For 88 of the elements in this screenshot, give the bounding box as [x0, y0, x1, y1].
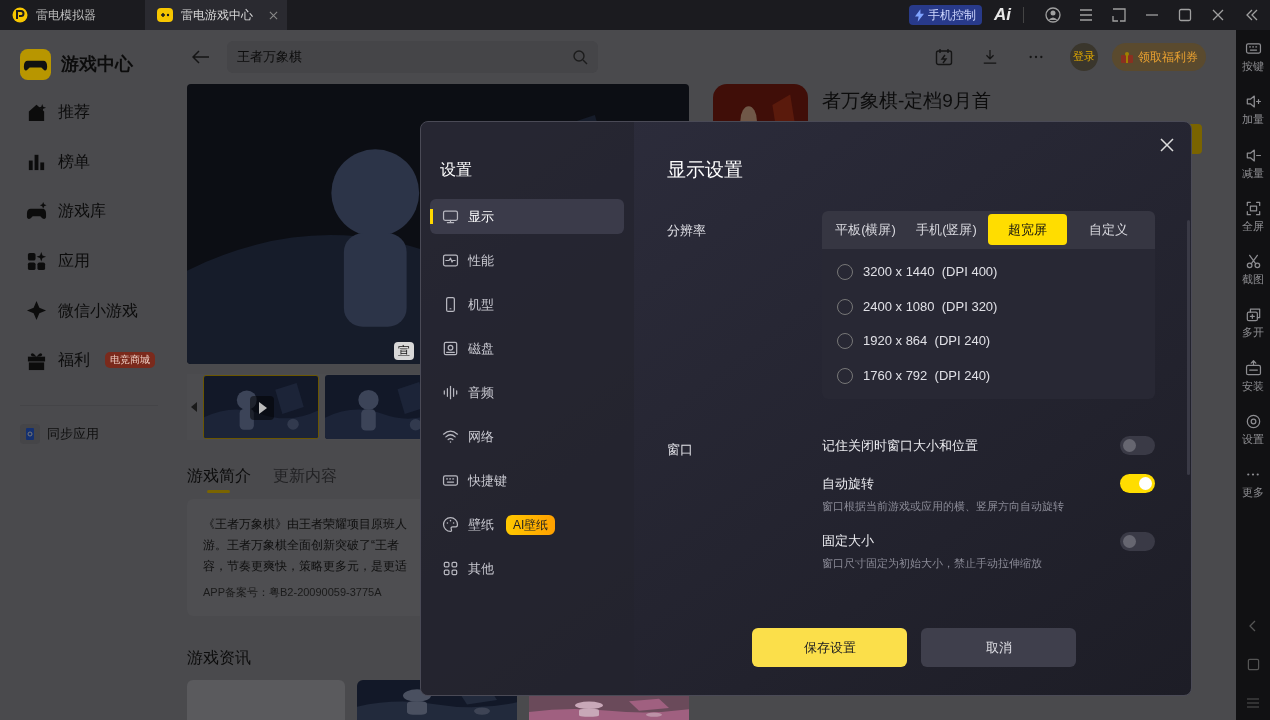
monitor-icon — [442, 208, 459, 225]
promo-badge: 电竞商城 — [105, 352, 155, 369]
toolbar-button[interactable]: 设置 — [1242, 413, 1264, 467]
cancel-button[interactable]: 取消 — [921, 628, 1076, 667]
coupon-button[interactable]: 领取福利券 — [1112, 42, 1206, 71]
settings-nav-item[interactable]: 显示 — [430, 199, 624, 234]
gift-icon — [1120, 49, 1134, 64]
toolbar-button[interactable]: 全屏 — [1242, 199, 1264, 254]
left-arrow-icon[interactable] — [191, 402, 197, 412]
multi-window-icon — [1244, 306, 1262, 324]
settings-nav-item[interactable]: 性能 — [430, 243, 624, 278]
settings-nav-item[interactable]: 快捷键 — [430, 463, 624, 498]
app-logo-icon — [12, 7, 28, 23]
home-icon[interactable] — [1246, 658, 1260, 671]
video-tag: 宣 — [394, 342, 414, 360]
apps-icon — [26, 250, 47, 272]
user-icon[interactable] — [1044, 7, 1061, 23]
resolution-option[interactable]: 1920 x 864 (DPI 240) — [863, 331, 991, 351]
play-icon[interactable] — [250, 396, 274, 420]
settings-icon — [1244, 413, 1262, 431]
maximize-icon[interactable] — [1176, 7, 1193, 23]
toggle-description: 窗口尺寸固定为初始大小，禁止手动拉伸缩放 — [822, 556, 1042, 571]
collapse-icon[interactable] — [1244, 7, 1260, 23]
resolution-tab[interactable]: 手机(竖屏) — [907, 214, 986, 245]
field-label: 窗口 — [667, 441, 693, 457]
keyboard-icon — [1244, 40, 1262, 57]
description-line: 《王者万象棋》由王者荣耀项目原班人 — [203, 516, 407, 533]
sound-wave-icon — [442, 384, 459, 401]
toolbar-button[interactable]: 加量 — [1242, 93, 1264, 147]
resolution-tab[interactable]: 自定义 — [1069, 214, 1148, 245]
section-heading: 显示设置 — [667, 158, 743, 182]
back-arrow-icon[interactable] — [192, 49, 210, 64]
section-title: 游戏资讯 — [187, 648, 251, 668]
keyboard-icon — [442, 472, 459, 489]
resolution-option[interactable]: 3200 x 1440 (DPI 400) — [863, 262, 998, 282]
toggle-switch[interactable] — [1120, 436, 1155, 455]
ai-badge: AI壁纸 — [506, 514, 556, 535]
toggle-description: 窗口根据当前游戏或应用的横、竖屏方向自动旋转 — [822, 498, 1064, 514]
scissors-icon — [1244, 253, 1262, 271]
settings-nav-item[interactable]: 磁盘 — [430, 331, 624, 366]
toolbar-button[interactable]: 安装 — [1242, 359, 1264, 414]
sync-phone-icon — [20, 423, 40, 444]
toggle-label: 自动旋转 — [822, 474, 874, 493]
fullscreen-icon — [1244, 199, 1262, 217]
toolbar-button[interactable]: 截图 — [1242, 253, 1264, 307]
description-line: 容，节奏更爽快，策略更多元，是更适 — [203, 558, 407, 575]
login-button[interactable]: 登录 — [1070, 42, 1098, 71]
toggle-label: 固定大小 — [822, 532, 874, 551]
toggle-switch[interactable] — [1120, 474, 1155, 493]
menu-icon[interactable] — [1077, 7, 1094, 23]
toolbar-button[interactable]: 多开 — [1242, 306, 1264, 360]
resolution-tab[interactable]: 平板(横屏) — [826, 214, 905, 245]
field-label: 分辨率 — [667, 222, 706, 238]
more-icon — [1247, 473, 1259, 477]
gamepad-icon — [157, 7, 173, 23]
settings-nav-item[interactable]: 壁纸 AI壁纸 — [430, 507, 624, 542]
pulse-icon — [442, 252, 459, 269]
volume-down-icon — [1244, 146, 1262, 164]
search-icon[interactable] — [572, 48, 588, 65]
toggle-switch[interactable] — [1120, 531, 1155, 551]
sparkle-icon — [26, 300, 47, 322]
resolution-option[interactable]: 2400 x 1080 (DPI 320) — [863, 296, 998, 317]
toolbar-button[interactable]: 减量 — [1242, 146, 1264, 200]
gamepad-logo-icon — [20, 48, 51, 80]
ai-logo[interactable]: Ai — [994, 2, 1011, 28]
app-title: 游戏中心 — [61, 52, 133, 76]
download-icon[interactable] — [982, 48, 998, 65]
grid-icon — [442, 560, 459, 577]
toolbar-button[interactable]: 更多 — [1242, 466, 1264, 520]
phone-control-button[interactable]: 手机控制 — [909, 5, 982, 25]
lightning-icon — [915, 8, 924, 22]
settings-nav-item[interactable]: 其他 — [430, 551, 624, 586]
dialog-title: 设置 — [440, 160, 472, 180]
description-line: 游。王者万象棋全面创新突破了“王者 — [203, 537, 399, 554]
gamepad-icon — [26, 201, 47, 222]
resolution-tab[interactable]: 超宽屏 — [988, 214, 1067, 245]
settings-nav-item[interactable]: 网络 — [430, 419, 624, 454]
toggle-label: 记住关闭时窗口大小和位置 — [822, 436, 978, 455]
game-title: 者万象棋-定档9月首 — [822, 89, 991, 113]
wifi-icon — [442, 428, 459, 445]
save-button[interactable]: 保存设置 — [752, 628, 907, 667]
toolbar-button[interactable]: 按键 — [1242, 40, 1264, 94]
palette-icon — [442, 516, 459, 533]
resolution-option[interactable]: 1760 x 792 (DPI 240) — [863, 366, 991, 386]
settings-nav-item[interactable]: 机型 — [430, 287, 624, 322]
calendar-icon[interactable] — [935, 47, 953, 66]
window-tab[interactable]: 雷电游戏中心 — [145, 0, 287, 30]
install-icon — [1244, 359, 1262, 377]
